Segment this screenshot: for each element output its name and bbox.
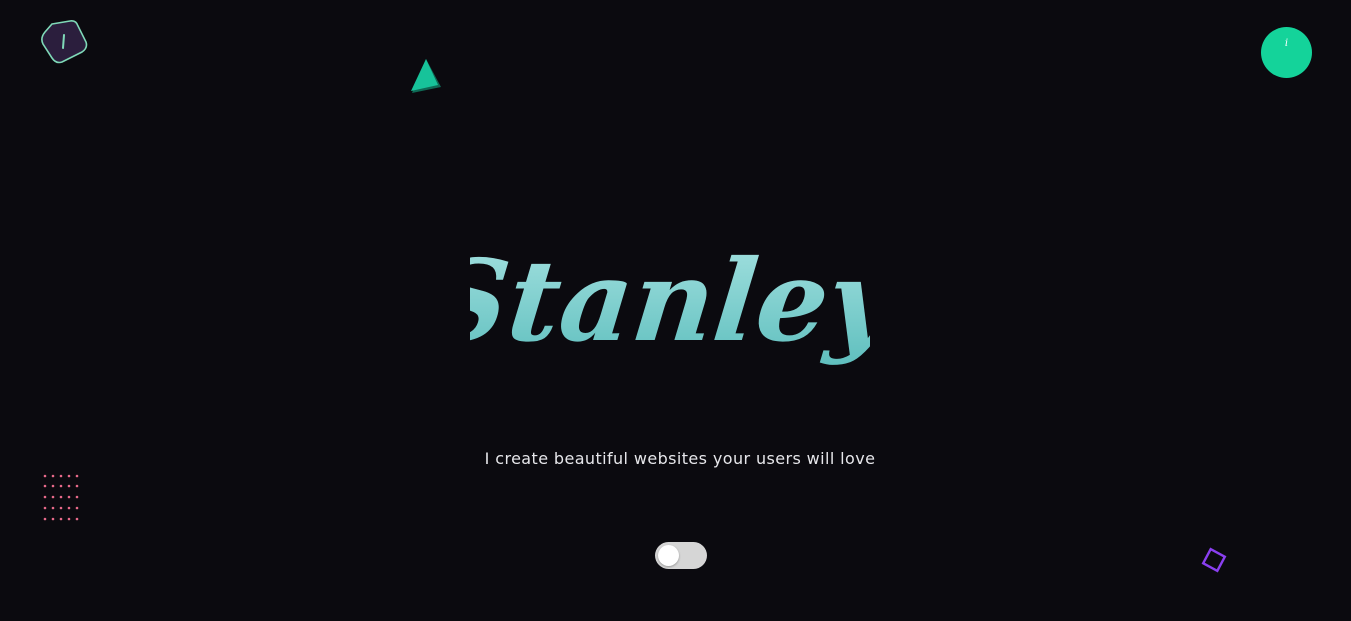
toggle-knob (658, 545, 679, 566)
hero-name: Stanley (470, 236, 870, 367)
landing-page: i Stanley I create beautiful websites yo… (0, 0, 1351, 621)
dot-grid-icon (42, 473, 82, 525)
theme-toggle[interactable] (655, 542, 707, 569)
info-button[interactable]: i (1261, 27, 1312, 78)
hero-wordmark: Stanley (421, 212, 907, 387)
info-icon: i (1284, 38, 1289, 49)
square-outline-icon (1199, 545, 1231, 577)
triangle-shape-icon (408, 57, 444, 95)
hero-tagline: I create beautiful websites your users w… (484, 449, 876, 468)
rounded-diamond-logo-icon (41, 20, 88, 64)
logo-button[interactable] (40, 20, 88, 64)
